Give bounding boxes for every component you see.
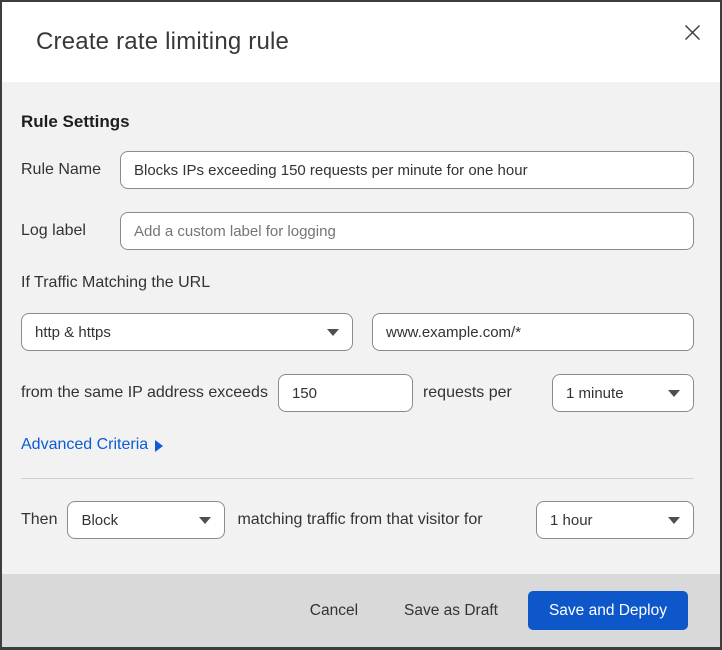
action-select[interactable]: Block [67,501,226,539]
dialog-footer: Cancel Save as Draft Save and Deploy [2,574,720,647]
triangle-right-icon [155,440,164,452]
create-rate-limiting-rule-dialog: Create rate limiting rule Rule Settings … [0,0,722,650]
save-and-deploy-button[interactable]: Save and Deploy [527,591,688,630]
close-button[interactable] [678,18,706,46]
rule-name-input[interactable] [120,151,694,189]
duration-select-value: 1 hour [550,511,593,529]
period-select[interactable]: 1 minute [552,374,694,412]
url-pattern-input[interactable] [372,313,694,351]
scheme-url-row: http & https [21,313,694,351]
action-select-value: Block [81,511,119,529]
log-label-label: Log label [21,222,86,239]
scheme-select[interactable]: http & https [21,313,353,351]
rule-name-label: Rule Name [21,161,102,178]
chevron-down-icon [327,328,339,336]
dialog-title: Create rate limiting rule [36,28,290,55]
duration-select[interactable]: 1 hour [536,501,694,539]
then-label: Then [21,511,58,528]
rule-name-row: Rule Name [21,151,694,189]
rule-settings-heading: Rule Settings [21,112,130,131]
threshold-infix-text: requests per [422,384,512,401]
log-label-row: Log label [21,212,694,250]
section-divider [21,478,694,479]
chevron-down-icon [199,516,212,524]
cancel-button[interactable]: Cancel [298,594,370,628]
request-count-input[interactable] [277,374,413,412]
save-as-draft-button[interactable]: Save as Draft [392,594,510,628]
close-icon [684,24,701,41]
log-label-input[interactable] [120,212,694,250]
chevron-down-icon [668,516,680,524]
advanced-criteria-label: Advanced Criteria [21,436,149,453]
period-select-value: 1 minute [566,384,624,402]
dialog-body: Rule Settings Rule Name Log label If Tra… [2,82,720,574]
threshold-prefix-text: from the same IP address exceeds [21,384,268,401]
chevron-down-icon [668,389,680,397]
then-row: Then Block matching traffic from that vi… [21,501,694,539]
advanced-criteria-link[interactable]: Advanced Criteria [21,436,164,454]
scheme-select-value: http & https [35,323,111,341]
dialog-header: Create rate limiting rule [2,2,720,82]
traffic-match-heading: If Traffic Matching the URL [21,274,211,291]
then-infix-text: matching traffic from that visitor for [237,511,483,528]
threshold-row: from the same IP address exceeds request… [21,374,694,412]
